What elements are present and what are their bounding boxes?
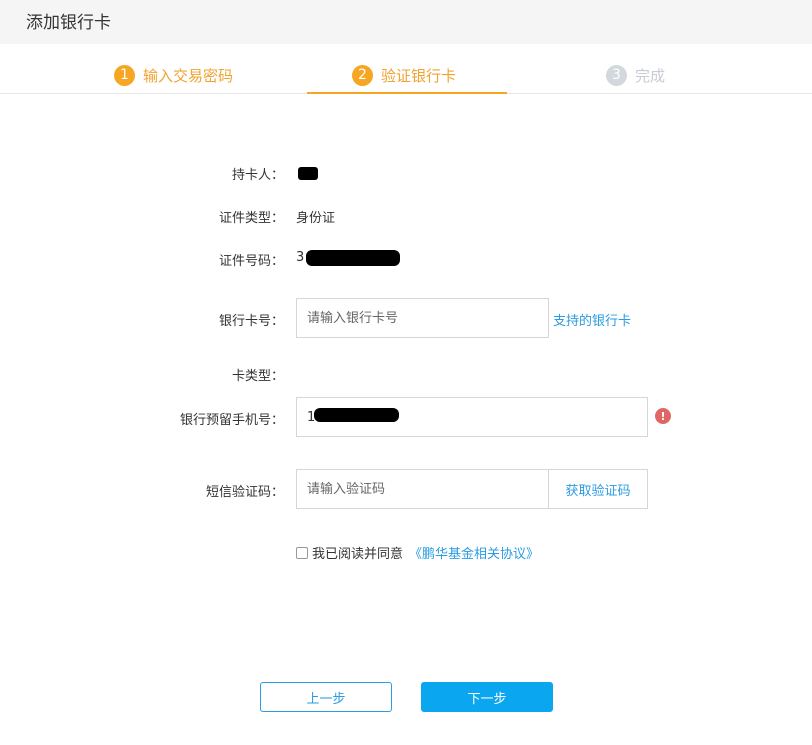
step-number-3: 3	[606, 64, 627, 86]
supported-banks-link[interactable]: 支持的银行卡	[553, 310, 631, 329]
error-icon: !	[655, 408, 671, 424]
id-number-label: 证件号码：	[218, 254, 284, 269]
page-title: 添加银行卡	[26, 13, 111, 33]
page-header: 添加银行卡	[0, 0, 812, 44]
agreement-checkbox[interactable]	[296, 546, 308, 559]
agreement-row: 我已阅读并同意 《鹏华基金相关协议》	[296, 543, 539, 562]
sms-code-input[interactable]	[296, 469, 549, 509]
active-step-indicator	[307, 92, 507, 94]
step-label-1: 输入交易密码	[143, 66, 234, 85]
step-number-2: 2	[352, 64, 373, 86]
card-number-label: 银行卡号：	[218, 314, 284, 329]
holder-label: 持卡人：	[231, 168, 284, 183]
step-verify-card: 2 验证银行卡	[352, 64, 456, 86]
agreement-text: 我已阅读并同意	[312, 547, 404, 562]
step-label-3: 完成	[635, 66, 666, 85]
step-complete: 3 完成	[606, 64, 665, 86]
sms-label: 短信验证码：	[205, 485, 284, 500]
card-type-label: 卡类型：	[231, 369, 284, 384]
phone-label: 银行预留手机号：	[179, 413, 284, 428]
step-label-2: 验证银行卡	[381, 66, 457, 85]
id-number-redacted	[306, 250, 400, 266]
id-type-value: 身份证	[296, 211, 336, 226]
prev-step-button[interactable]: 上一步	[260, 682, 392, 712]
phone-redacted	[314, 408, 399, 422]
step-progress: 1 输入交易密码 2 验证银行卡 3 完成	[0, 44, 812, 94]
step-enter-password: 1 输入交易密码	[114, 64, 233, 86]
next-step-button[interactable]: 下一步	[421, 682, 553, 712]
id-number-value: 3	[296, 250, 305, 265]
get-sms-code-button[interactable]: 获取验证码	[548, 469, 648, 509]
holder-name-redacted	[298, 167, 318, 180]
step-number-1: 1	[114, 64, 135, 86]
id-type-label: 证件类型：	[218, 211, 284, 226]
agreement-link[interactable]: 《鹏华基金相关协议》	[409, 543, 539, 562]
card-number-input[interactable]	[296, 298, 549, 338]
